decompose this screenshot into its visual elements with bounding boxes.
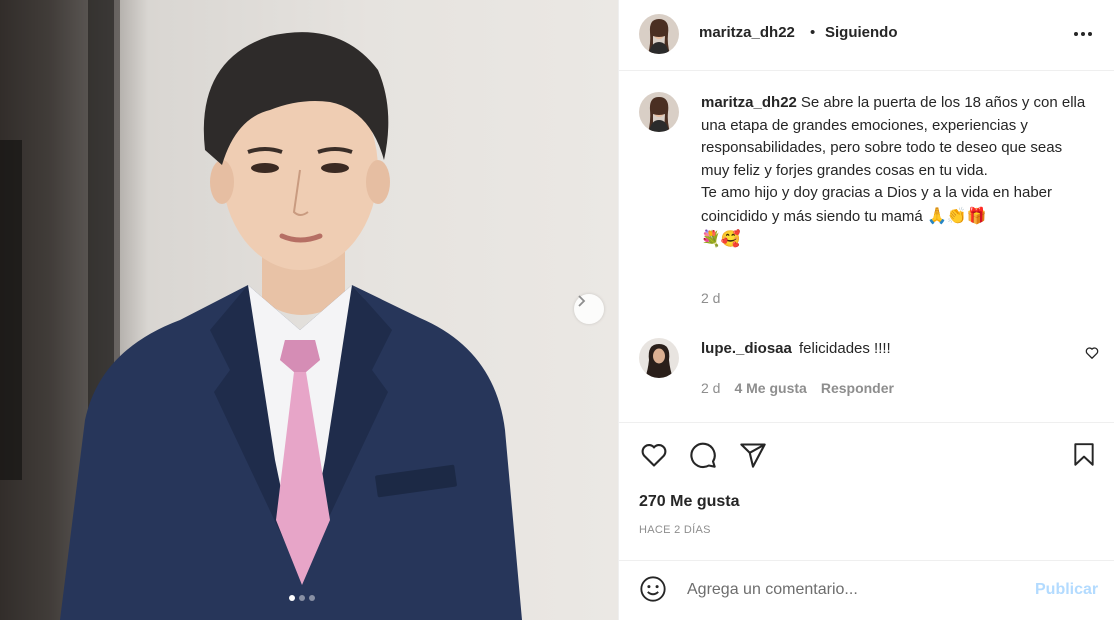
comment-likes-count[interactable]: 4 Me gusta — [734, 380, 806, 396]
comment-icon — [690, 442, 716, 469]
post-actions: 270 Me gusta HACE 2 DÍAS — [619, 422, 1114, 562]
comment-button[interactable] — [689, 441, 717, 474]
carousel-dot — [299, 595, 305, 601]
save-button[interactable] — [1071, 441, 1097, 474]
header-separator: • — [810, 24, 816, 41]
share-icon — [740, 443, 766, 468]
comment-input[interactable] — [687, 577, 1017, 603]
post-date: HACE 2 DÍAS — [639, 524, 711, 536]
likes-count[interactable]: 270 Me gusta — [639, 493, 739, 511]
comment-composer: Publicar — [619, 560, 1114, 620]
comment-timestamp[interactable]: 2 d — [701, 380, 720, 396]
commenter-username[interactable]: lupe._diosaa — [701, 340, 792, 357]
heart-icon — [1085, 347, 1099, 359]
commenter-avatar[interactable] — [639, 338, 679, 378]
caption-username[interactable]: maritza_dh22 — [701, 94, 797, 111]
portrait-image — [0, 0, 522, 620]
caption-text: maritza_dh22 Se abre la puerta de los 18 … — [701, 92, 1093, 252]
comment-like-button[interactable] — [1085, 346, 1099, 365]
comment-meta: 2 d 4 Me gusta Responder — [701, 380, 894, 396]
comment-text: felicidades !!!! — [799, 340, 891, 357]
caption-emojis: 🙏👏🎁 — [926, 205, 987, 225]
carousel-next-button[interactable] — [574, 294, 604, 324]
smiley-icon — [640, 576, 666, 602]
comment-item: lupe._diosaa felicidades !!!! 2 d 4 Me g… — [619, 336, 1114, 406]
more-horizontal-icon — [1074, 32, 1092, 36]
caption-avatar[interactable] — [639, 92, 679, 132]
caption-timestamp[interactable]: 2 d — [701, 290, 720, 306]
more-options-button[interactable] — [1071, 24, 1095, 44]
publish-button[interactable]: Publicar — [1035, 581, 1098, 599]
caption-emojis-2: 💐🥰 — [701, 229, 741, 248]
reply-button[interactable]: Responder — [821, 380, 894, 396]
share-button[interactable] — [739, 441, 767, 474]
emoji-picker-button[interactable] — [639, 575, 667, 608]
post-sidebar: maritza_dh22 • Siguiendo maritza_dh22 Se … — [618, 0, 1114, 620]
carousel-indicator — [289, 595, 315, 601]
author-username[interactable]: maritza_dh22 — [699, 24, 795, 41]
carousel-dot — [289, 595, 295, 601]
author-avatar[interactable] — [639, 14, 679, 54]
like-button[interactable] — [639, 441, 669, 474]
caption-body-line2: Te amo hijo y doy gracias a Dios y a la … — [701, 184, 1053, 225]
carousel-dot — [309, 595, 315, 601]
post-header: maritza_dh22 • Siguiendo — [619, 0, 1114, 71]
heart-icon — [641, 444, 667, 467]
post-photo — [0, 0, 618, 620]
bookmark-icon — [1074, 443, 1094, 466]
follow-status-button[interactable]: Siguiendo — [825, 24, 898, 41]
chevron-right-icon — [578, 295, 586, 307]
